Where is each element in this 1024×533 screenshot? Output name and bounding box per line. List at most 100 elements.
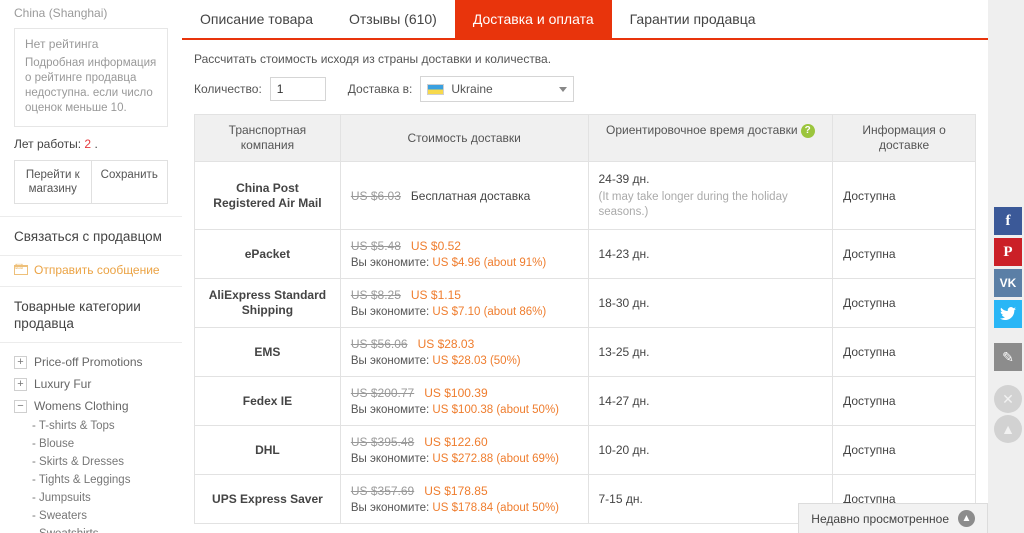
row-info: Доступна (832, 278, 976, 328)
row-company: DHL (194, 425, 341, 475)
row-company: UPS Express Saver (194, 474, 341, 524)
social-share-rail: f P VK ✎ ✕ ▲ (988, 0, 1024, 533)
category-tree: + Price-off Promotions + Luxury Fur − Wo… (0, 342, 182, 533)
pinterest-icon[interactable]: P (994, 238, 1022, 266)
new-price: US $0.52 (410, 239, 461, 253)
go-to-store-button[interactable]: Перейти к магазину (15, 161, 91, 203)
row-cost: US $395.48 US $122.60 Вы экономите: US $2… (339, 425, 589, 475)
contact-seller-header: Связаться с продавцом (0, 216, 182, 255)
savings-label: Вы экономите: (350, 453, 430, 465)
quantity-input[interactable] (269, 77, 326, 101)
scroll-top-icon[interactable]: ▲ (994, 415, 1022, 443)
seller-sidebar: China (Shanghai) Нет рейтинга Подробная … (0, 0, 182, 533)
old-price: US $8.25 (350, 288, 401, 302)
row-company: AliExpress Standard Shipping (194, 278, 341, 328)
delivery-time: 14-27 дн. (598, 394, 650, 408)
help-icon[interactable]: ? (800, 123, 815, 138)
facebook-icon[interactable]: f (994, 207, 1022, 235)
savings-label: Вы экономите: (350, 306, 430, 318)
save-seller-button[interactable]: Сохранить (90, 161, 167, 203)
table-row: China Post Registered Air Mail US $6.03 Б… (194, 161, 976, 230)
chevron-down-icon (559, 86, 568, 92)
recently-viewed-widget[interactable]: Недавно просмотренное ▲ (798, 503, 988, 533)
subcategory-item[interactable]: - Sweaters (0, 507, 182, 525)
subcategory-item[interactable]: - Tights & Leggings (0, 471, 182, 489)
new-price: US $1.15 (410, 288, 461, 302)
minus-icon[interactable]: − (14, 399, 27, 413)
row-time: 14-23 дн. (587, 229, 834, 279)
table-row: ePacket US $5.48 US $0.52 Вы экономите: U… (194, 229, 976, 279)
twitter-icon[interactable] (994, 300, 1022, 328)
row-time: 18-30 дн. (587, 278, 834, 328)
savings-line: Вы экономите: US $178.84 (about 50%) (351, 502, 578, 514)
seller-location: China (Shanghai) (14, 6, 108, 20)
plus-icon[interactable]: + (14, 377, 27, 391)
subcategory-item[interactable]: - Blouse (0, 435, 182, 453)
new-price: US $178.85 (424, 484, 488, 498)
row-info: Доступна (832, 229, 976, 279)
tab-description[interactable]: Описание товара (182, 0, 331, 38)
savings-label: Вы экономите: (350, 404, 430, 416)
savings-line: Вы экономите: US $100.38 (about 50%) (351, 404, 578, 416)
header-cost: Стоимость доставки (339, 114, 589, 162)
quantity-label: Количество: (194, 82, 262, 96)
row-info: Доступна (832, 161, 976, 230)
seller-categories-header: Товарные категории продавца (0, 286, 182, 342)
old-price: US $6.03 (350, 188, 401, 203)
category-luxury-fur[interactable]: + Luxury Fur (0, 373, 182, 395)
shipping-table-header: Транспортная компания Стоимость доставки… (194, 114, 976, 162)
country-select[interactable]: Ukraine (420, 76, 575, 102)
row-cost: US $5.48 US $0.52 Вы экономите: US $4.96 … (339, 229, 589, 279)
tab-seller-guarantees[interactable]: Гарантии продавца (612, 0, 774, 38)
new-price: US $28.03 (417, 337, 475, 351)
country-select-value: Ukraine (451, 82, 493, 96)
category-womens-clothing[interactable]: − Womens Clothing (0, 395, 182, 417)
close-icon[interactable]: ✕ (994, 385, 1022, 413)
tab-shipping-payment[interactable]: Доставка и оплата (454, 0, 612, 38)
savings-value: US $4.96 (about 91%) (432, 257, 547, 269)
delivery-time: 13-25 дн. (598, 345, 650, 359)
old-price: US $56.06 (350, 337, 408, 351)
years-value: 2 (84, 137, 92, 151)
recently-viewed-label: Недавно просмотренное (811, 511, 949, 526)
old-price: US $5.48 (350, 239, 401, 253)
row-cost: US $357.69 US $178.85 Вы экономите: US $1… (339, 474, 589, 524)
subcategory-item[interactable]: - Skirts & Dresses (0, 453, 182, 471)
savings-value: US $178.84 (about 50%) (432, 502, 560, 514)
delivery-time: 7-15 дн. (598, 492, 643, 506)
product-tabs: Описание товара Отзывы (610) Доставка и … (182, 0, 988, 40)
new-price: Бесплатная доставка (410, 188, 531, 203)
subcategory-item[interactable]: - Jumpsuits (0, 489, 182, 507)
row-info: Доступна (832, 327, 976, 377)
row-time: 13-25 дн. (587, 327, 834, 377)
seller-rating-box: Нет рейтинга Подробная информация о рейт… (14, 28, 168, 127)
chevron-up-icon[interactable]: ▲ (958, 510, 975, 527)
plus-icon[interactable]: + (14, 355, 27, 369)
calculator-note: Рассчитать стоимость исходя из страны до… (194, 52, 552, 66)
no-rating-title: Нет рейтинга (25, 37, 99, 51)
old-price: US $357.69 (350, 484, 415, 498)
ukraine-flag-icon (427, 83, 445, 95)
savings-value: US $272.88 (about 69%) (432, 453, 560, 465)
header-row: Транспортная компания Стоимость доставки… (194, 114, 976, 162)
edit-pencil-icon[interactable]: ✎ (994, 343, 1022, 371)
delivery-time: 24-39 дн. (598, 172, 650, 186)
subcategory-item[interactable]: - Sweatshirts (0, 525, 182, 533)
tab-reviews[interactable]: Отзывы (610) (331, 0, 455, 38)
delivery-time: 14-23 дн. (598, 247, 650, 261)
header-info: Информация о доставке (832, 114, 976, 162)
page-root: China (Shanghai) Нет рейтинга Подробная … (0, 0, 1024, 533)
subcategory-item[interactable]: - T-shirts & Tops (0, 417, 182, 435)
vk-icon[interactable]: VK (994, 269, 1022, 297)
years-in-business: Лет работы: 2 . (0, 127, 182, 160)
new-price: US $122.60 (424, 435, 488, 449)
savings-line: Вы экономите: US $4.96 (about 91%) (351, 257, 578, 269)
send-message-link[interactable]: Отправить сообщение (0, 255, 182, 286)
category-label: Price-off Promotions (34, 355, 143, 369)
row-company: China Post Registered Air Mail (194, 161, 341, 230)
category-price-off-promotions[interactable]: + Price-off Promotions (0, 351, 182, 373)
savings-value: US $28.03 (50%) (432, 355, 521, 367)
savings-line: Вы экономите: US $272.88 (about 69%) (351, 453, 578, 465)
savings-line: Вы экономите: US $28.03 (50%) (351, 355, 578, 367)
old-price: US $200.77 (350, 386, 415, 400)
